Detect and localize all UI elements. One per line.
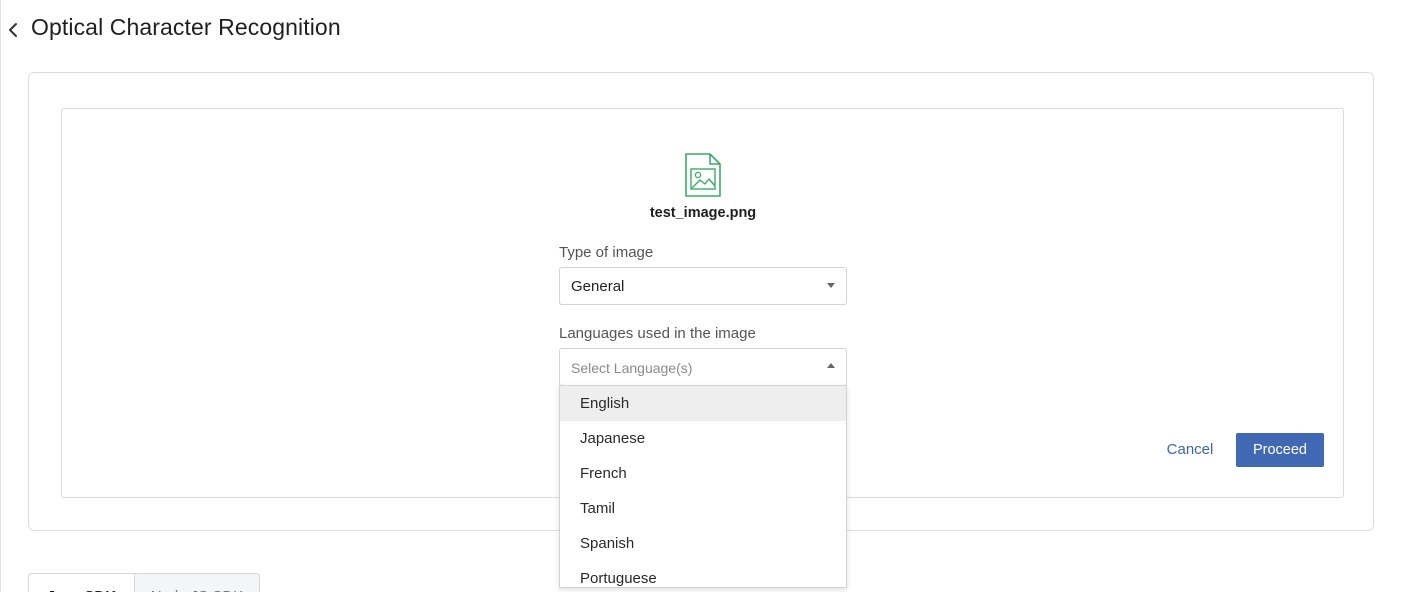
language-option-portuguese[interactable]: Portuguese — [560, 561, 846, 587]
languages-label: Languages used in the image — [559, 325, 756, 342]
language-option-tamil[interactable]: Tamil — [560, 491, 846, 526]
languages-placeholder: Select Language(s) — [571, 360, 693, 376]
header: Optical Character Recognition — [0, 0, 1412, 58]
language-option-english[interactable]: English — [560, 386, 846, 421]
file-name: test_image.png — [649, 205, 757, 221]
language-option-french[interactable]: French — [560, 456, 846, 491]
caret-down-icon — [827, 283, 835, 288]
image-file-icon — [685, 153, 721, 197]
languages-select[interactable]: Select Language(s) — [559, 348, 847, 386]
page-title: Optical Character Recognition — [31, 14, 341, 40]
left-divider — [0, 0, 1, 592]
tab-java-sdk[interactable]: Java SDK — [28, 573, 135, 592]
language-option-japanese[interactable]: Japanese — [560, 421, 846, 456]
languages-dropdown: English Japanese French Tamil Spanish Po… — [559, 385, 847, 588]
image-type-value: General — [571, 278, 625, 295]
tab-node-js-sdk[interactable]: Node JS SDK — [134, 573, 260, 592]
image-type-select[interactable]: General — [559, 267, 847, 305]
page: Optical Character Recognition test_image… — [0, 0, 1412, 592]
language-option-spanish[interactable]: Spanish — [560, 526, 846, 561]
caret-up-icon — [827, 363, 835, 368]
cancel-button[interactable]: Cancel — [1155, 433, 1225, 467]
chevron-left-icon — [9, 23, 17, 37]
back-button[interactable] — [4, 20, 22, 40]
proceed-button[interactable]: Proceed — [1236, 433, 1324, 467]
image-type-label: Type of image — [559, 244, 654, 261]
